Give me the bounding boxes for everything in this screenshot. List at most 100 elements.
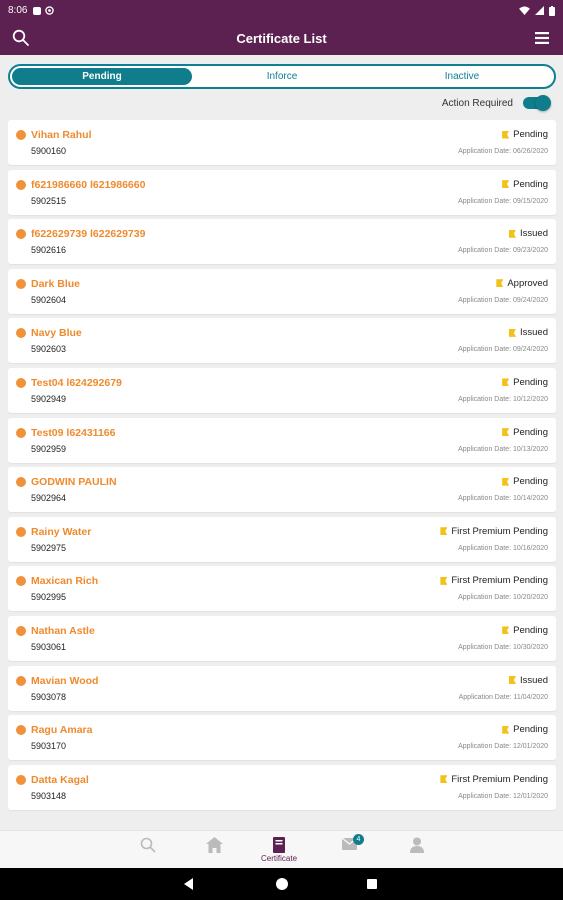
application-date: Application Date: 12/01/2020 (458, 792, 548, 800)
tab-pending[interactable]: Pending (12, 68, 192, 85)
holder-name: Nathan Astle (31, 624, 95, 637)
certificate-card[interactable]: Nathan Astle 5903061 Pending Application Da… (8, 615, 556, 661)
status-dot (16, 774, 26, 785)
certificate-card[interactable]: Test09 l62431166 5902959 Pending Applicatio… (8, 417, 556, 463)
application-date: Application Date: 09/23/2020 (458, 247, 548, 255)
bottom-navigation: Certificate 4 (0, 830, 563, 868)
certificate-number: 5900160 (31, 146, 67, 156)
status-dot (16, 377, 26, 388)
status-badge: Pending (502, 179, 548, 190)
app-bar: Certificate List (0, 21, 563, 55)
status-dot (16, 576, 26, 587)
holder-name: f622629739 l622629739 (31, 228, 146, 241)
certificate-card[interactable]: f622629739 l622629739 5902616 Issued Applic… (8, 219, 556, 265)
status-badge: Pending (502, 427, 548, 438)
action-required-filter: Action Required (442, 95, 551, 111)
status-label: Pending (513, 476, 548, 488)
at-icon (45, 6, 55, 15)
status-label: Pending (513, 129, 548, 140)
application-date: Application Date: 10/12/2020 (458, 395, 548, 403)
holder-name: f621986660 l621986660 (31, 178, 146, 191)
signal-icon (535, 6, 544, 15)
certificate-number: 5902515 (31, 195, 67, 206)
certificate-card[interactable]: Dark Blue 5902604 Approved Application Date… (8, 268, 556, 314)
status-label: First Premium Pending (451, 525, 548, 537)
flag-icon (509, 676, 516, 685)
toggle-knob (535, 95, 551, 111)
search-icon[interactable] (12, 29, 30, 47)
nav-search[interactable] (140, 837, 156, 853)
notification-icon (33, 6, 42, 15)
system-navigation-bar (0, 868, 563, 900)
nav-certificate-label: Certificate (261, 854, 298, 863)
holder-name: GODWIN PAULIN (31, 476, 117, 489)
nav-profile[interactable] (410, 837, 424, 853)
status-badge: Issued (509, 327, 548, 338)
application-date: Application Date: 09/24/2020 (458, 296, 548, 304)
profile-icon (410, 837, 424, 853)
status-badge: Issued (509, 228, 548, 239)
certificate-card[interactable]: Vihan Rahul 5900160 Pending Application Dat… (8, 120, 556, 165)
status-label: Pending (513, 724, 548, 736)
status-dot (16, 625, 26, 636)
certificate-card[interactable]: Mavian Wood 5903078 Issued Application Date… (8, 665, 556, 711)
status-dot (16, 526, 26, 537)
status-label: Pending (513, 426, 548, 438)
menu-icon[interactable] (535, 31, 549, 45)
certificate-card[interactable]: Datta Kagal 5903148 First Premium Pending A… (8, 764, 556, 810)
certificate-card[interactable]: GODWIN PAULIN 5902964 Pending Application D… (8, 467, 556, 513)
certificate-number: 5903078 (31, 691, 67, 702)
holder-name: Test04 l624292679 (31, 376, 122, 389)
status-badge: Pending (502, 724, 548, 735)
application-date: Application Date: 11/04/2020 (458, 693, 548, 701)
certificate-card[interactable]: Rainy Water 5902975 First Premium Pending A… (8, 516, 556, 562)
application-date: Application Date: 10/16/2020 (458, 544, 548, 552)
nav-certificate[interactable]: Certificate (261, 837, 297, 863)
application-date: Application Date: 09/15/2020 (458, 197, 548, 205)
holder-name: Navy Blue (31, 327, 82, 340)
page-title: Certificate List (236, 30, 327, 46)
recent-apps-icon[interactable] (367, 879, 377, 889)
status-dot (16, 427, 26, 438)
certificate-number: 5902949 (31, 393, 67, 404)
certificate-card[interactable]: Test04 l624292679 5902949 Pending Applicati… (8, 367, 556, 413)
status-label: Pending (513, 624, 548, 636)
status-dot (16, 328, 26, 339)
status-badge: Pending (502, 129, 548, 140)
status-dot (16, 130, 26, 140)
back-icon[interactable] (184, 878, 193, 890)
holder-name: Datta Kagal (31, 773, 89, 786)
certificate-card[interactable]: Ragu Amara 5903170 Pending Application Date… (8, 715, 556, 761)
application-date: Application Date: 10/14/2020 (458, 495, 548, 503)
tab-inforce[interactable]: Inforce (192, 68, 372, 85)
flag-icon (502, 626, 510, 635)
search-icon (140, 837, 156, 853)
status-badge: Approved (496, 278, 548, 289)
nav-messages[interactable]: 4 (341, 834, 364, 855)
holder-name: Maxican Rich (31, 575, 99, 588)
status-badge: First Premium Pending (440, 575, 548, 586)
status-dot (16, 675, 26, 686)
status-time: 8:06 (8, 5, 28, 16)
tab-inactive[interactable]: Inactive (372, 68, 552, 85)
certificate-card[interactable]: f621986660 l621986660 5902515 Pending Appli… (8, 169, 556, 215)
action-required-toggle[interactable] (523, 95, 551, 111)
certificate-number: 5903148 (31, 790, 67, 801)
flag-icon (509, 328, 516, 337)
nav-home[interactable] (206, 837, 223, 853)
certificate-number: 5902995 (31, 592, 67, 603)
certificate-card[interactable]: Navy Blue 5902603 Issued Application Date: … (8, 318, 556, 364)
status-label: Pending (513, 376, 548, 388)
certificate-icon (273, 837, 285, 853)
flag-icon (440, 775, 448, 784)
certificate-number: 5902604 (31, 294, 67, 305)
holder-name: Ragu Amara (31, 724, 93, 737)
flag-icon (502, 130, 510, 139)
status-label: Pending (513, 178, 548, 190)
home-button-icon[interactable] (276, 878, 288, 890)
status-badge: Pending (502, 476, 548, 487)
certificate-card[interactable]: Maxican Rich 5902995 First Premium Pending… (8, 566, 556, 612)
flag-icon (509, 229, 516, 238)
status-label: Issued (520, 674, 548, 686)
flag-icon (502, 725, 510, 734)
